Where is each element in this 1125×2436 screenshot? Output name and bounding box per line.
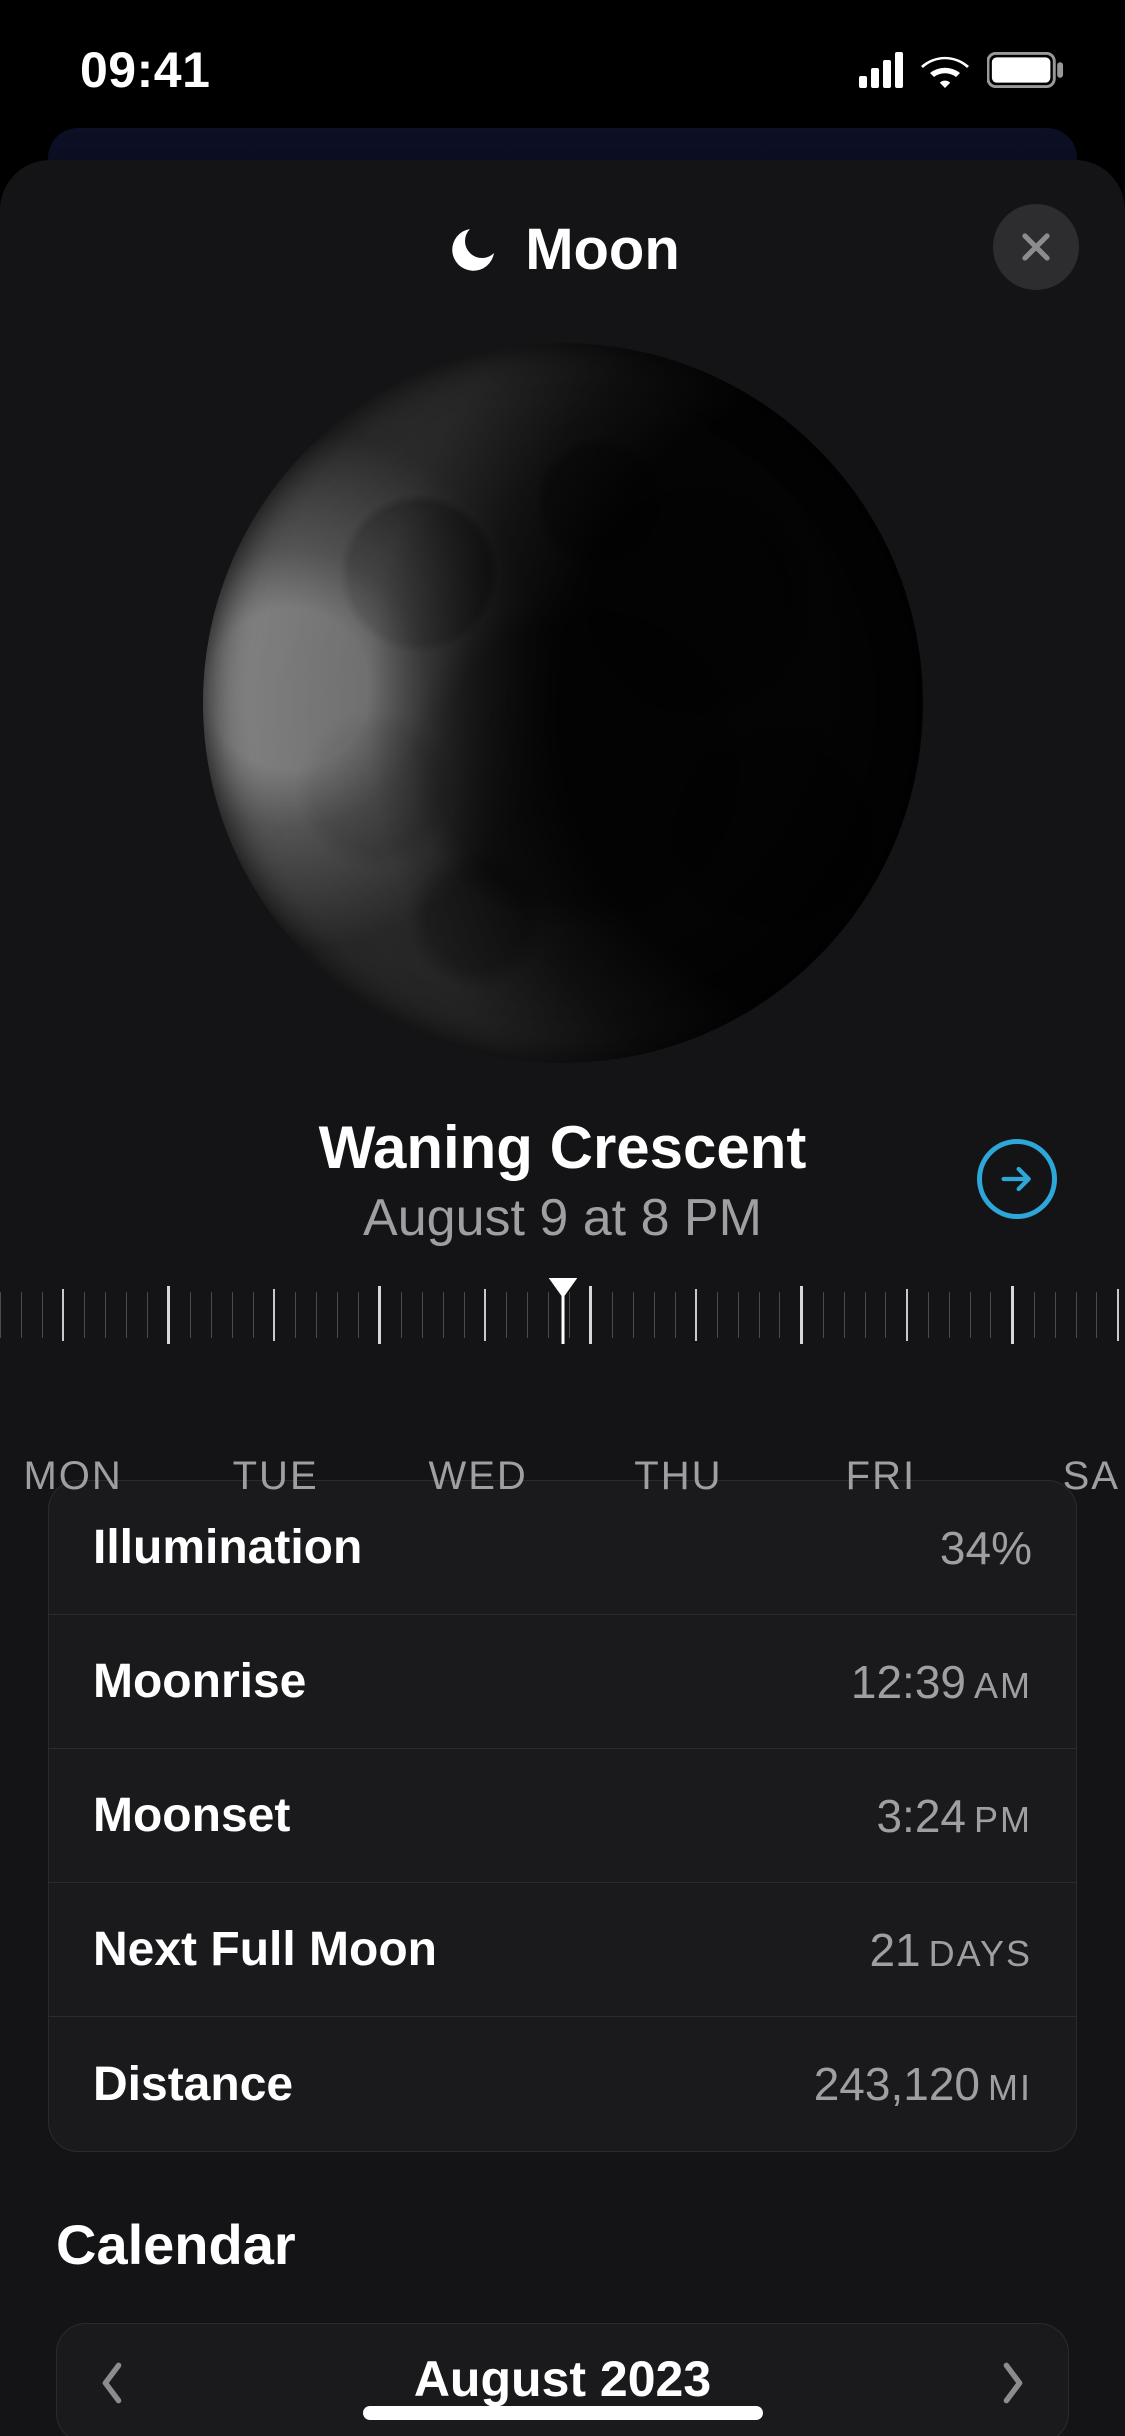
ruler-day-label: MON xyxy=(23,1454,122,1499)
sheet-title: Moon xyxy=(525,216,680,283)
stat-row: Next Full Moon 21DAYS xyxy=(49,1883,1076,2017)
stats-card: Illumination 34% Moonrise 12:39AM Moonset 3:2… xyxy=(48,1480,1077,2152)
sheet-header: Moon xyxy=(0,160,1125,303)
calendar-heading: Calendar xyxy=(56,2212,1069,2277)
chevron-right-icon xyxy=(998,2361,1028,2405)
calendar-next-button[interactable] xyxy=(978,2348,1048,2418)
stat-unit: DAYS xyxy=(929,1933,1032,1975)
chevron-left-icon xyxy=(97,2361,127,2405)
stat-row: Moonset 3:24PM xyxy=(49,1749,1076,1883)
close-icon xyxy=(1017,228,1055,266)
ruler-day-label: SA xyxy=(1063,1454,1120,1499)
moon-sheet: Moon Waning Crescent August 9 at 8 PM xyxy=(0,160,1125,2436)
stat-label: Moonset xyxy=(93,1788,290,1843)
status-time: 09:41 xyxy=(80,41,210,99)
ruler-pointer-icon xyxy=(548,1278,578,1298)
stat-row: Illumination 34% xyxy=(49,1481,1076,1615)
phase-datetime: August 9 at 8 PM xyxy=(60,1188,1065,1248)
status-bar: 09:41 xyxy=(0,0,1125,140)
moon-image xyxy=(0,303,1125,1113)
next-time-button[interactable] xyxy=(977,1139,1057,1219)
stat-row: Moonrise 12:39AM xyxy=(49,1615,1076,1749)
stat-label: Distance xyxy=(93,2057,293,2112)
stat-value: 12:39AM xyxy=(851,1655,1032,1709)
stat-unit: AM xyxy=(974,1665,1032,1707)
cellular-icon xyxy=(859,52,903,88)
stat-row: Distance 243,120MI xyxy=(49,2017,1076,2151)
arrow-right-icon xyxy=(997,1159,1037,1199)
battery-icon xyxy=(987,52,1065,88)
close-button[interactable] xyxy=(993,204,1079,290)
stat-unit: MI xyxy=(988,2067,1032,2109)
status-icons xyxy=(859,52,1065,88)
stat-unit: PM xyxy=(974,1799,1032,1841)
phase-name: Waning Crescent xyxy=(60,1113,1065,1182)
ruler-day-label: THU xyxy=(634,1454,722,1499)
stat-value: 243,120MI xyxy=(814,2057,1032,2111)
ruler-day-label: FRI xyxy=(846,1454,916,1499)
home-indicator[interactable] xyxy=(363,2406,763,2420)
stat-label: Next Full Moon xyxy=(93,1922,437,1977)
wifi-icon xyxy=(921,52,969,88)
ruler-day-label: WED xyxy=(428,1454,527,1499)
moon-icon xyxy=(445,222,501,278)
stat-value: 34% xyxy=(940,1521,1032,1575)
time-ruler[interactable] xyxy=(0,1278,1125,1364)
phase-block: Waning Crescent August 9 at 8 PM xyxy=(0,1113,1125,1248)
stat-value: 3:24PM xyxy=(876,1789,1032,1843)
stat-label: Moonrise xyxy=(93,1654,306,1709)
calendar-prev-button[interactable] xyxy=(77,2348,147,2418)
stat-label: Illumination xyxy=(93,1520,362,1575)
stat-value: 21DAYS xyxy=(869,1923,1032,1977)
ruler-day-label: TUE xyxy=(233,1454,319,1499)
